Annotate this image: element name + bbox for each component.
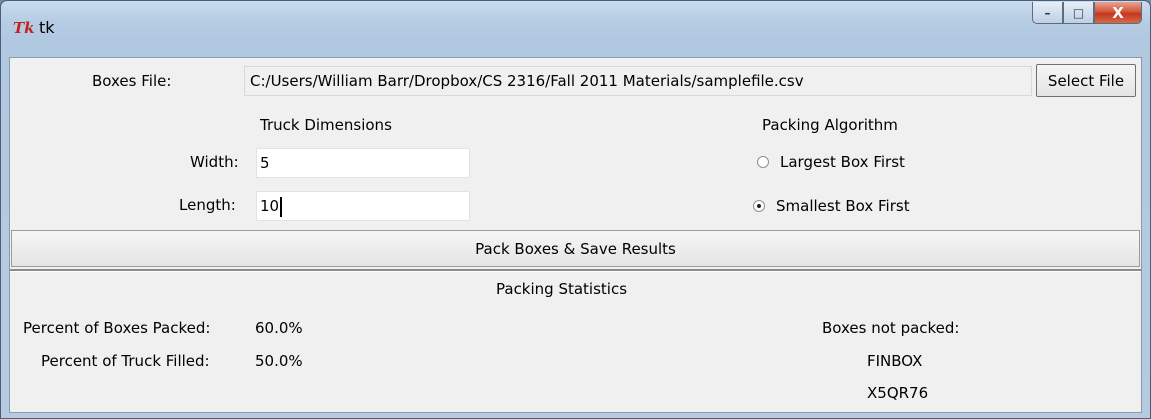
title-bar[interactable]: Tk tk – □ X (1, 1, 1150, 57)
packing-statistics-heading: Packing Statistics (496, 280, 628, 298)
boxes-not-packed-label: Boxes not packed: (822, 319, 960, 337)
truck-filled-label: Percent of Truck Filled: (41, 352, 210, 370)
close-icon: X (1112, 3, 1124, 22)
section-divider (10, 269, 1141, 272)
not-packed-item: FINBOX (867, 352, 923, 370)
select-file-label: Select File (1047, 71, 1125, 90)
smallest-first-label[interactable]: Smallest Box First (776, 197, 910, 215)
smallest-first-radio[interactable] (753, 200, 765, 212)
window-controls: – □ X (1032, 2, 1142, 26)
truck-dimensions-heading: Truck Dimensions (260, 116, 392, 134)
length-label: Length: (179, 196, 236, 214)
minimize-button[interactable]: – (1032, 2, 1063, 24)
close-button[interactable]: X (1094, 2, 1142, 24)
largest-first-label[interactable]: Largest Box First (780, 153, 905, 171)
boxes-packed-label: Percent of Boxes Packed: (23, 319, 211, 337)
boxes-packed-value: 60.0% (255, 319, 303, 337)
boxes-file-path: C:/Users/William Barr/Dropbox/CS 2316/Fa… (244, 66, 1032, 96)
width-input[interactable]: 5 (256, 148, 470, 178)
largest-first-radio[interactable] (757, 156, 769, 168)
width-label: Width: (190, 153, 239, 171)
maximize-icon: □ (1072, 5, 1085, 20)
truck-filled-value: 50.0% (255, 352, 303, 370)
not-packed-item: X5QR76 (867, 384, 929, 402)
minimize-icon: – (1044, 5, 1051, 20)
pack-boxes-button[interactable]: Pack Boxes & Save Results (11, 230, 1140, 267)
select-file-button[interactable]: Select File (1036, 64, 1136, 97)
window-title: tk (39, 18, 55, 37)
app-window: Tk tk – □ X Boxes File: C:/Users/William… (0, 0, 1151, 419)
maximize-button[interactable]: □ (1063, 2, 1094, 24)
packing-algorithm-heading: Packing Algorithm (762, 116, 898, 134)
tk-feather-icon: Tk (13, 19, 35, 37)
length-value: 10 (260, 197, 280, 215)
pack-boxes-label: Pack Boxes & Save Results (475, 239, 676, 258)
text-cursor (280, 196, 283, 217)
main-panel: Boxes File: C:/Users/William Barr/Dropbo… (9, 57, 1142, 413)
boxes-file-label: Boxes File: (92, 72, 172, 90)
width-value: 5 (260, 154, 270, 172)
length-input[interactable]: 10 (256, 191, 470, 221)
